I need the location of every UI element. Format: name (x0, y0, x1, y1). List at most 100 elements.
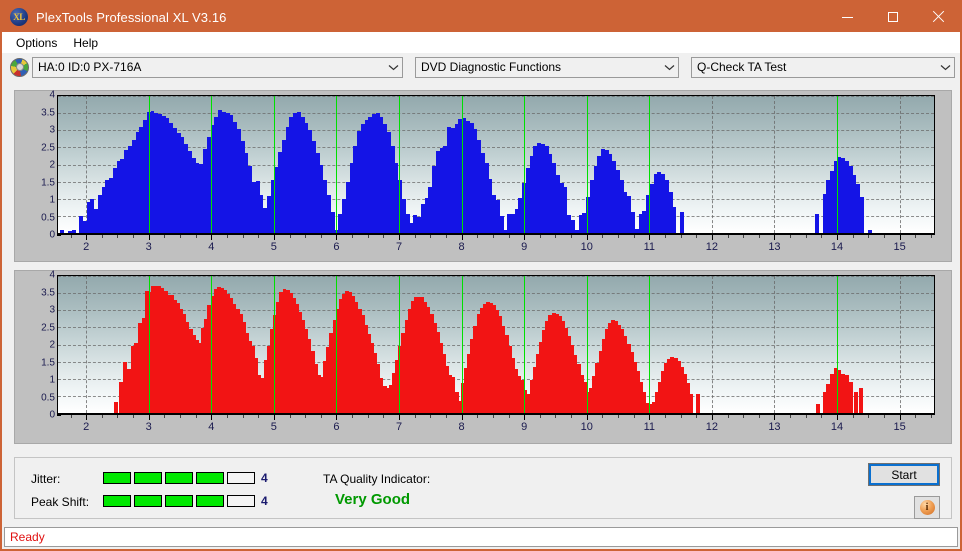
close-button[interactable] (915, 2, 960, 32)
x-axis-tick (712, 415, 713, 420)
chart-bar (816, 404, 821, 413)
x-axis-minor-tick (634, 415, 635, 418)
x-axis-minor-tick (571, 415, 572, 418)
marker-line (587, 96, 588, 233)
menu-item-help[interactable]: Help (65, 34, 106, 52)
status-bar: Ready (4, 527, 958, 547)
function-select[interactable]: DVD Diagnostic Functions (415, 56, 679, 78)
marker-line (274, 276, 275, 413)
x-axis-minor-tick (180, 415, 181, 418)
x-axis-minor-tick (728, 415, 729, 418)
marker-line (587, 276, 588, 413)
x-axis-minor-tick (790, 235, 791, 238)
drive-select[interactable]: HA:0 ID:0 PX-716A (32, 56, 403, 78)
x-axis-tick-label: 9 (521, 421, 528, 433)
x-axis-minor-tick (493, 415, 494, 418)
x-axis-minor-tick (696, 415, 697, 418)
x-axis-minor-tick (743, 415, 744, 418)
x-axis-tick (336, 415, 337, 420)
y-axis-tick-label: 2 (49, 339, 55, 351)
start-button[interactable]: Start (868, 463, 940, 486)
x-axis-minor-tick (227, 235, 228, 238)
x-axis-minor-tick (243, 235, 244, 238)
minimize-button[interactable] (825, 2, 870, 32)
x-axis-minor-tick (446, 235, 447, 238)
maximize-button[interactable] (870, 2, 915, 32)
marker-line (649, 276, 650, 413)
x-axis-tick (712, 235, 713, 240)
y-axis-tick-label: 2.5 (41, 142, 55, 153)
x-axis-tick (587, 415, 588, 420)
x-axis-tick (336, 235, 337, 240)
x-axis-minor-tick (227, 415, 228, 418)
minimize-icon (842, 16, 853, 18)
meter-segment (196, 495, 224, 507)
plot-area (57, 275, 935, 415)
chart-bar (853, 391, 858, 413)
x-axis-tick-label: 3 (145, 241, 152, 253)
x-axis-minor-tick (180, 235, 181, 238)
x-axis-minor-tick (853, 415, 854, 418)
marker-line (149, 96, 150, 233)
x-axis-tick (649, 235, 650, 240)
x-axis-tick (774, 415, 775, 420)
x-axis-minor-tick (258, 235, 259, 238)
x-axis-minor-tick (853, 235, 854, 238)
menu-item-options[interactable]: Options (8, 34, 65, 52)
y-axis-tick-label: 1 (49, 194, 55, 206)
chart-bar (848, 381, 853, 413)
x-axis-minor-tick (321, 415, 322, 418)
jitter-label: Jitter: (31, 472, 61, 486)
y-axis-tick-label: 3.5 (41, 107, 55, 118)
x-axis-minor-tick (102, 415, 103, 418)
x-axis-minor-tick (681, 235, 682, 238)
x-axis-minor-tick (696, 235, 697, 238)
x-axis-minor-tick (665, 235, 666, 238)
marker-line (524, 276, 525, 413)
x-axis-minor-tick (305, 235, 306, 238)
toolbar: HA:0 ID:0 PX-716A DVD Diagnostic Functio… (2, 53, 960, 81)
marker-line (524, 96, 525, 233)
x-axis-minor-tick (383, 235, 384, 238)
x-axis-minor-tick (602, 235, 603, 238)
x-axis-tick-label: 8 (458, 241, 465, 253)
x-axis-tick-label: 5 (270, 241, 277, 253)
meter-segment (227, 472, 255, 484)
marker-line (399, 276, 400, 413)
ta-quality-label: TA Quality Indicator: (323, 472, 431, 486)
x-axis-tick-label: 12 (705, 421, 718, 433)
x-axis-minor-tick (352, 415, 353, 418)
chart-bar (672, 207, 677, 233)
marker-line (649, 96, 650, 233)
x-axis-minor-tick (915, 235, 916, 238)
x-axis-tick-label: 2 (83, 421, 90, 433)
info-icon: i (919, 500, 935, 515)
x-axis-minor-tick (415, 415, 416, 418)
x-axis-tick (399, 415, 400, 420)
x-axis-minor-tick (383, 415, 384, 418)
info-button[interactable]: i (914, 496, 940, 519)
x-axis-tick-label: 15 (893, 241, 906, 253)
x-axis-tick (837, 415, 838, 420)
y-axis-tick-label: 1 (49, 374, 55, 386)
x-axis-tick-label: 5 (270, 421, 277, 433)
peak-shift-value: 4 (261, 494, 268, 508)
x-axis-tick-label: 11 (643, 421, 656, 433)
x-axis-tick (462, 415, 463, 420)
x-axis-minor-tick (931, 235, 932, 238)
test-select[interactable]: Q-Check TA Test (691, 56, 955, 78)
x-axis-tick-label: 10 (580, 421, 593, 433)
test-select-value: Q-Check TA Test (697, 60, 787, 74)
meter-segment (227, 495, 255, 507)
y-axis: 0 0.5 1 1.5 2 2.5 3 3.5 4 (15, 270, 61, 421)
x-axis-tick (462, 235, 463, 240)
x-axis-tick-label: 8 (458, 421, 465, 433)
x-axis-minor-tick (258, 415, 259, 418)
status-text: Ready (10, 530, 45, 544)
x-axis-minor-tick (71, 415, 72, 418)
y-axis-tick-label: 0 (49, 409, 55, 421)
x-axis-tick (211, 235, 212, 240)
x-axis-tick (774, 235, 775, 240)
x-axis-minor-tick (868, 415, 869, 418)
y-axis-tick-label: 2 (49, 159, 55, 171)
